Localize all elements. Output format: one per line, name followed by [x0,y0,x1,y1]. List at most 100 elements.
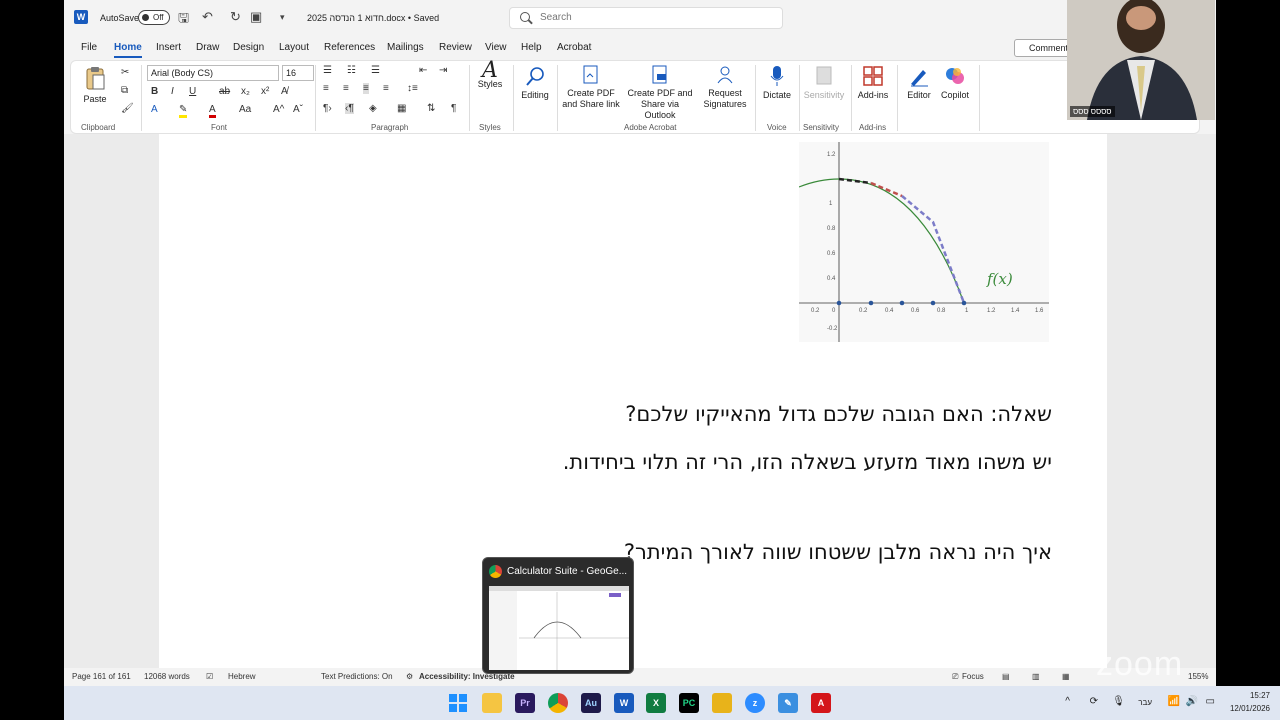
sensitivity-button[interactable]: Sensitivity [801,65,847,101]
clock[interactable]: 15:27 12/01/2026 [1220,689,1270,715]
paragraph-group-label: Paragraph [371,123,409,132]
font-name-select[interactable]: Arial (Body CS) [147,65,279,81]
dictate-button[interactable]: Dictate [759,65,795,101]
editing-button[interactable]: Editing [517,65,553,101]
page-count[interactable]: Page 161 of 161 [72,672,131,681]
wifi-icon[interactable]: 📶 [1168,695,1180,708]
tab-layout[interactable]: Layout [279,42,309,53]
read-mode-icon[interactable]: ▤ [1002,672,1010,681]
show-marks-icon[interactable]: ¶ [451,103,456,114]
point [961,300,967,306]
text-effects-icon[interactable]: A [151,104,158,115]
editor-button[interactable]: Editor [903,65,935,101]
grow-font-icon[interactable]: A^ [273,104,284,115]
increase-indent-icon[interactable]: ⇥ [439,65,447,76]
create-pdf-share-link-button[interactable]: Create PDF and Share link [561,65,621,110]
tab-acrobat[interactable]: Acrobat [557,42,591,53]
tab-file[interactable]: File [81,42,97,53]
customize-qat-icon[interactable]: ▾ [280,12,285,23]
autosave-toggle[interactable]: Off [138,10,170,25]
text-predictions[interactable]: Text Predictions: On [321,672,393,681]
draw-app-icon[interactable]: ✎ [778,693,798,713]
subscript-icon[interactable]: x₂ [241,86,250,97]
redo-icon[interactable]: ↻ [230,9,241,25]
zoom-icon[interactable]: z [745,693,765,713]
file-explorer-icon[interactable] [482,693,502,713]
decrease-indent-icon[interactable]: ⇤ [419,65,427,76]
change-case-icon[interactable]: Aa [239,104,251,115]
strikethrough-icon[interactable]: ab [219,86,230,97]
cut-icon[interactable]: ✂ [121,67,129,78]
tab-references[interactable]: References [324,42,375,53]
create-pdf-outlook-button[interactable]: Create PDF and Share via Outlook [625,65,695,121]
copy-icon[interactable]: ⧉ [121,85,128,96]
document-title[interactable]: 2025 חדוא 1 הנדסה.docx • Saved [307,13,439,23]
line-spacing-icon[interactable]: ↕≡ [407,83,418,94]
tray-chevron-icon[interactable]: ^ [1065,695,1070,708]
chrome-taskbar-icon[interactable] [548,693,568,713]
underline-icon[interactable]: U [189,86,196,97]
shrink-font-icon[interactable]: Aˇ [293,104,303,115]
align-left-icon[interactable]: ≡ [323,83,329,94]
tab-mailings[interactable]: Mailings [387,42,424,53]
files-icon[interactable] [712,693,732,713]
pycharm-icon[interactable]: PC [679,693,699,713]
bullets-icon[interactable]: ☰ [323,65,332,76]
tab-help[interactable]: Help [521,42,542,53]
undo-icon[interactable]: ↶ [202,9,213,25]
font-size-select[interactable]: 16 [282,65,314,81]
borders-icon[interactable]: ▦ [397,103,406,114]
print-layout-icon[interactable]: ▥ [1032,672,1040,681]
comments-button[interactable]: Comments [1014,39,1074,57]
acrobat-icon[interactable]: A [811,693,831,713]
tab-home[interactable]: Home [114,42,142,58]
layout-view-icon[interactable]: ▣ [250,9,262,25]
justify-icon[interactable]: ≡ [383,83,389,94]
add-ins-button[interactable]: Add-ins [855,65,891,101]
language[interactable]: Hebrew [228,672,256,681]
align-right-icon[interactable]: ≡ [363,83,369,94]
input-language[interactable]: עבר [1138,696,1152,709]
tab-draw[interactable]: Draw [196,42,219,53]
save-icon[interactable]: 🖫 [178,9,189,31]
excel-icon[interactable]: X [646,693,666,713]
windows-start-icon[interactable] [448,693,468,713]
shading-icon[interactable]: ◈ [369,103,377,114]
web-layout-icon[interactable]: ▦ [1062,672,1070,681]
multilevel-list-icon[interactable]: ☰ [371,65,380,76]
sort-icon[interactable]: ⇅ [427,103,435,114]
paste-button[interactable]: Paste [81,65,109,105]
align-center-icon[interactable]: ≡ [343,83,349,94]
battery-icon[interactable]: ▭ [1206,695,1215,708]
tab-review[interactable]: Review [439,42,472,53]
proofing-icon[interactable]: ☑ [206,672,213,681]
format-painter-icon[interactable]: 🖌 [121,103,134,114]
request-label-1: Request [708,88,742,98]
tab-design[interactable]: Design [233,42,264,53]
request-signatures-button[interactable]: Request Signatures [699,65,751,110]
font-color-icon[interactable]: A [209,104,216,118]
rtl-icon[interactable]: ‹¶ [345,103,354,114]
clear-formatting-icon[interactable]: A̸ [281,86,288,97]
focus-mode[interactable]: Focus [962,672,984,681]
ltr-icon[interactable]: ¶› [323,103,332,114]
audition-icon[interactable]: Au [581,693,601,713]
highlight-icon[interactable]: ✎ [179,104,188,118]
search-input[interactable]: Search [509,7,783,29]
tab-view[interactable]: View [485,42,507,53]
styles-button[interactable]: A Styles [475,60,505,90]
italic-icon[interactable]: I [171,86,174,97]
mic-tray-icon[interactable]: 🎙 [1112,695,1125,708]
sync-icon[interactable]: ⟳ [1090,695,1098,708]
zoom-level[interactable]: 155% [1188,672,1208,681]
word-taskbar-icon[interactable]: W [614,693,634,713]
premiere-icon[interactable]: Pr [515,693,535,713]
bold-icon[interactable]: B [151,86,158,97]
copilot-button[interactable]: Copilot [937,65,973,101]
numbering-icon[interactable]: ☷ [347,65,356,76]
superscript-icon[interactable]: x² [261,86,269,97]
taskbar-thumbnail[interactable]: Calculator Suite - GeoGe... [482,557,634,674]
volume-icon[interactable]: 🔊 [1186,695,1198,708]
word-count[interactable]: 12068 words [144,672,190,681]
tab-insert[interactable]: Insert [156,42,181,53]
